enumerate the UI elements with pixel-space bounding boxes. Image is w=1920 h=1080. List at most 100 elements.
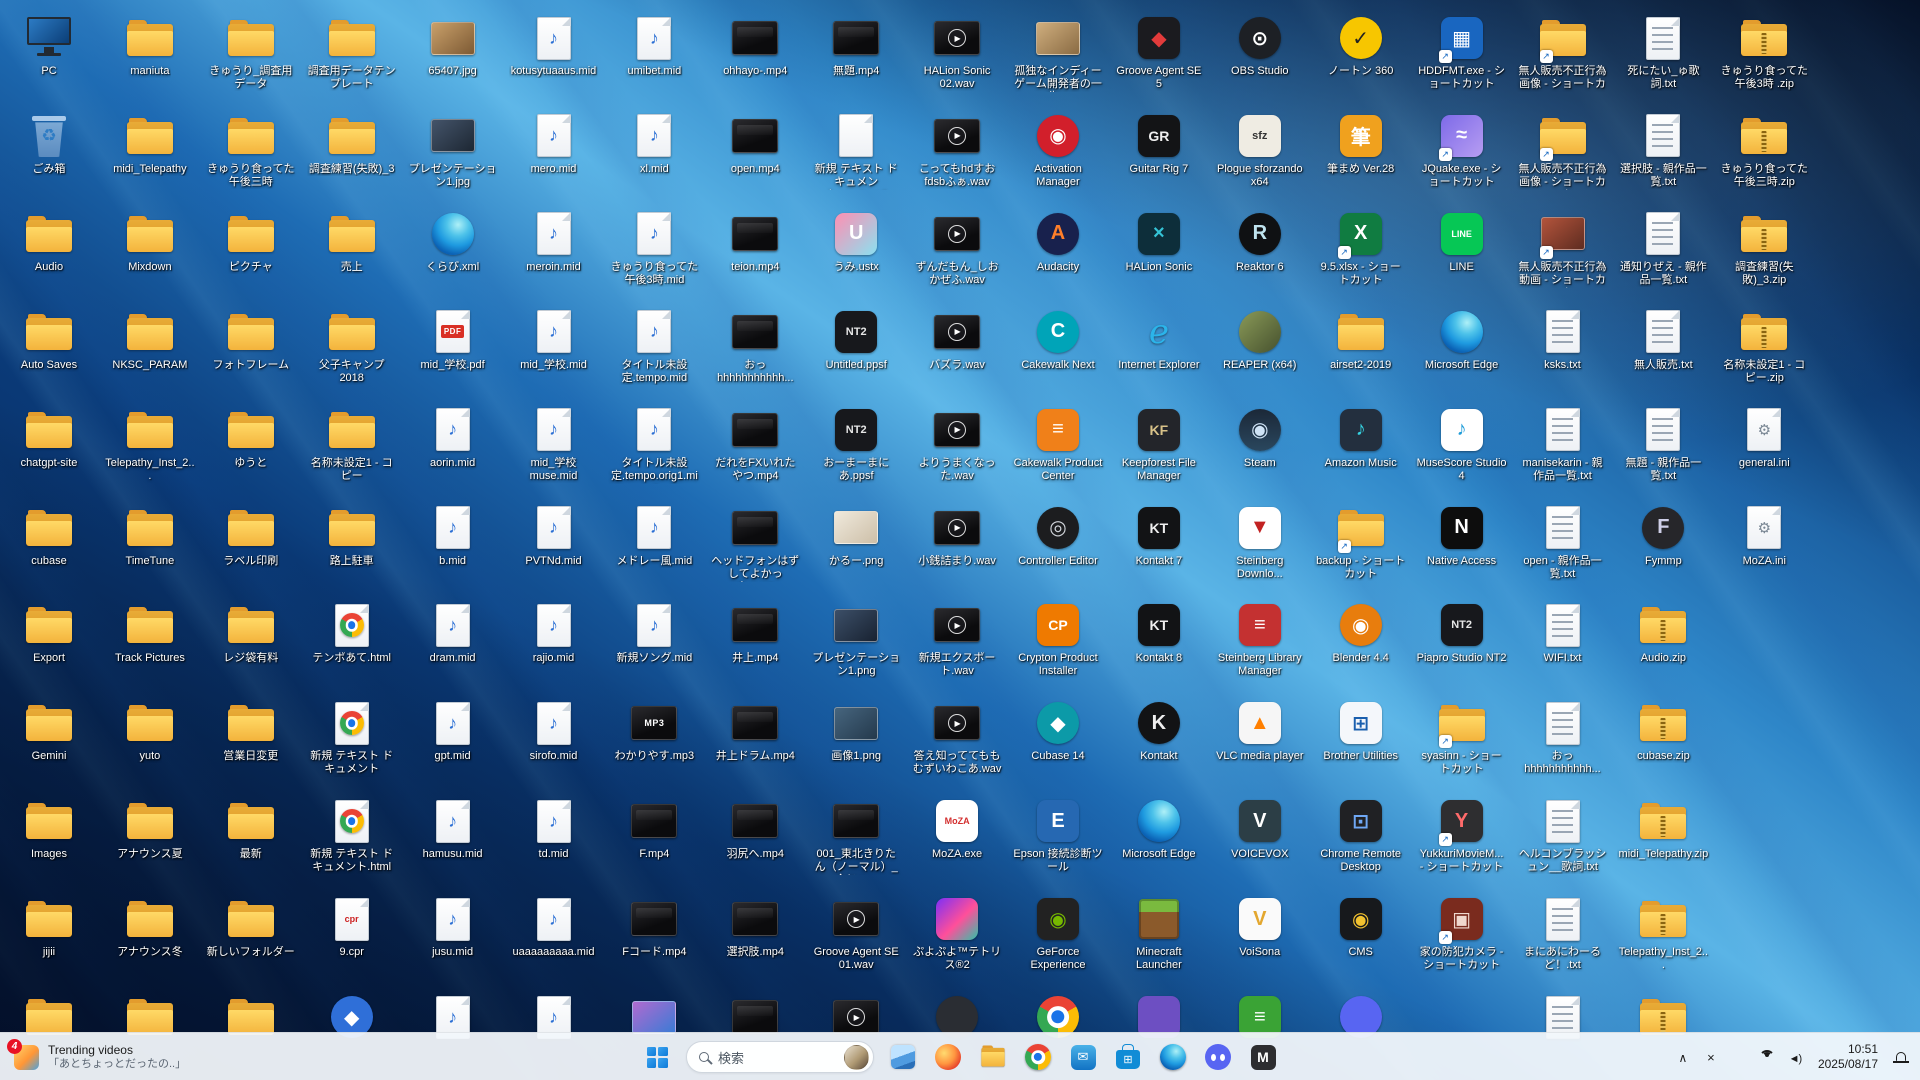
desktop-icon[interactable]: Export xyxy=(2,597,96,692)
desktop-icon[interactable]: ♻ごみ箱 xyxy=(2,108,96,203)
taskbar-app-edge[interactable] xyxy=(1153,1037,1193,1077)
desktop-icon[interactable]: AAudacity xyxy=(1011,206,1105,301)
desktop-icon[interactable]: ×HALion Sonic xyxy=(1112,206,1206,301)
tray-volume-button[interactable]: ◄) xyxy=(1782,1040,1808,1074)
desktop-icon[interactable]: ♪Amazon Music xyxy=(1314,402,1408,497)
desktop-icon[interactable]: ♪aorin.mid xyxy=(406,402,500,497)
desktop-icon[interactable]: ♪td.mid xyxy=(507,793,601,888)
desktop-icon[interactable]: ♪sirofo.mid xyxy=(507,695,601,790)
desktop-icon[interactable]: ♪きゅうり食ってた午後3時.mid xyxy=(607,206,701,301)
desktop-icon[interactable]: 孤独なインディーゲーム開発者の一生... xyxy=(1011,10,1105,105)
desktop-icon[interactable]: ♪PVTNd.mid xyxy=(507,500,601,595)
desktop-icon[interactable]: PDFmid_学校.pdf xyxy=(406,304,500,399)
desktop-icon[interactable]: 井上.mp4 xyxy=(708,597,802,692)
desktop-icon[interactable]: 新規 テキスト ドキュメント.musicxml xyxy=(809,108,903,203)
taskbar-clock[interactable]: 10:51 2025/08/17 xyxy=(1810,1040,1886,1074)
desktop-icon[interactable]: ♪メドレー風.mid xyxy=(607,500,701,595)
desktop-icon[interactable]: 新規 テキスト ドキュメント (2).html xyxy=(305,695,399,790)
taskbar-app-chrome[interactable] xyxy=(1018,1037,1058,1077)
desktop-icon[interactable]: ▲VLC media player xyxy=(1213,695,1307,790)
desktop-icon[interactable]: teion.mp4 xyxy=(708,206,802,301)
desktop-icon[interactable]: ⊞Brother Utilities xyxy=(1314,695,1408,790)
desktop-icon[interactable]: 画像1.png xyxy=(809,695,903,790)
desktop-icon[interactable]: くらび.xml xyxy=(406,206,500,301)
desktop-icon[interactable]: 名称未設定1 - コピー xyxy=(305,402,399,497)
desktop-icon[interactable]: TimeTune xyxy=(103,500,197,595)
desktop-icon[interactable]: 選択肢 - 親作品一覧.txt xyxy=(1616,108,1710,203)
desktop-icon[interactable]: ↗backup - ショートカット xyxy=(1314,500,1408,595)
desktop-icon[interactable]: KFKeepforest File Manager xyxy=(1112,402,1206,497)
desktop-icon[interactable]: ✓ノートン 360 xyxy=(1314,10,1408,105)
desktop-icon[interactable]: NT2Piapro Studio NT2 xyxy=(1415,597,1509,692)
desktop-icon[interactable]: 65407.jpg xyxy=(406,10,500,105)
desktop-icon[interactable]: ▶HALion Sonic 02.wav xyxy=(910,10,1004,105)
taskbar-app-file-explorer[interactable] xyxy=(973,1037,1013,1077)
desktop-icon[interactable]: ゆうと xyxy=(204,402,298,497)
desktop-icon[interactable]: Y↗YukkuriMovieM... - ショートカット xyxy=(1415,793,1509,888)
desktop-icon[interactable]: ▶Groove Agent SE 01.wav xyxy=(809,891,903,986)
start-button[interactable] xyxy=(637,1037,677,1077)
desktop-icon[interactable]: X↗9.5.xlsx - ショートカット xyxy=(1314,206,1408,301)
desktop-icon[interactable]: ♪mid_学校.mid xyxy=(507,304,601,399)
desktop-icon[interactable]: open.mp4 xyxy=(708,108,802,203)
desktop-icon[interactable]: ▶新規エクスポート.wav xyxy=(910,597,1004,692)
desktop-icon[interactable]: 無題.mp4 xyxy=(809,10,903,105)
desktop-icon[interactable]: FFymmp xyxy=(1616,500,1710,595)
desktop-icon[interactable]: ピクチャ xyxy=(204,206,298,301)
desktop-icon[interactable]: ▶小銭詰まり.wav xyxy=(910,500,1004,595)
desktop-icon[interactable]: cubase xyxy=(2,500,96,595)
desktop-icon[interactable]: GRGuitar Rig 7 xyxy=(1112,108,1206,203)
desktop-icon[interactable]: NKSC_PARAM xyxy=(103,304,197,399)
desktop-icon[interactable]: ♪mero.mid xyxy=(507,108,601,203)
desktop-icon[interactable]: きゅうり食ってた午後三時.zip xyxy=(1717,108,1811,203)
tray-chevron-up-button[interactable]: ∧ xyxy=(1670,1040,1696,1074)
desktop-icon[interactable]: ▶こってもhdすおfdsbふぁ.wav xyxy=(910,108,1004,203)
desktop-icon[interactable]: VVOICEVOX xyxy=(1213,793,1307,888)
desktop-wallpaper[interactable]: PC♻ごみ箱AudioAuto Saveschatgpt-sitecubaseE… xyxy=(0,0,1920,1080)
desktop-icon[interactable]: ▦↗HDDFMT.exe - ショートカット xyxy=(1415,10,1509,105)
desktop-icon[interactable]: おっhhhhhhhhhhh... xyxy=(1516,695,1610,790)
desktop-icon[interactable]: midi_Telepathy.zip xyxy=(1616,793,1710,888)
desktop-icon[interactable]: 最新 xyxy=(204,793,298,888)
desktop-icon[interactable]: eInternet Explorer xyxy=(1112,304,1206,399)
desktop-icon[interactable]: ぷよぷよ™テトリス®2 xyxy=(910,891,1004,986)
desktop-icon[interactable]: MoZAMoZA.exe xyxy=(910,793,1004,888)
tray-x-app-button[interactable]: × xyxy=(1698,1040,1724,1074)
desktop-icon[interactable]: NNative Access xyxy=(1415,500,1509,595)
taskbar-app-discord[interactable] xyxy=(1198,1037,1238,1077)
desktop-icon[interactable]: cpr9.cpr xyxy=(305,891,399,986)
desktop-icon[interactable]: MP3わかりやす.mp3 xyxy=(607,695,701,790)
desktop-icon[interactable]: テンポあて.html xyxy=(305,597,399,692)
desktop-icon[interactable]: Telepathy_Inst_2... xyxy=(1616,891,1710,986)
desktop-icon[interactable]: CPCrypton Product Installer xyxy=(1011,597,1105,692)
taskbar-app-photos[interactable] xyxy=(883,1037,923,1077)
desktop-icon[interactable]: 001_東北きりたん（ノーマル）_今じゃ... xyxy=(809,793,903,888)
desktop-icon[interactable]: ◉Activation Manager xyxy=(1011,108,1105,203)
desktop-icon[interactable]: 営業日変更 xyxy=(204,695,298,790)
desktop-icon[interactable]: Minecraft Launcher xyxy=(1112,891,1206,986)
desktop-icon[interactable]: yuto xyxy=(103,695,197,790)
desktop-icon[interactable]: きゅうり食ってた午後三時 xyxy=(204,108,298,203)
desktop-icon[interactable]: ♪kotusytuaaus.mid xyxy=(507,10,601,105)
desktop-icon[interactable]: Audio.zip xyxy=(1616,597,1710,692)
desktop-icon[interactable]: 新規 テキスト ドキュメント.html xyxy=(305,793,399,888)
search-highlight-thumbnail[interactable] xyxy=(844,1045,869,1070)
desktop-icon[interactable]: Gemini xyxy=(2,695,96,790)
desktop-icon[interactable]: 父子キャンプ2018 xyxy=(305,304,399,399)
desktop-icon[interactable]: 選択肢.mp4 xyxy=(708,891,802,986)
desktop-icon[interactable]: かるー.png xyxy=(809,500,903,595)
desktop-icon[interactable]: 新しいフォルダー xyxy=(204,891,298,986)
desktop-icon[interactable]: まにあにわーるど！.txt xyxy=(1516,891,1610,986)
desktop-icon[interactable]: LINELINE xyxy=(1415,206,1509,301)
desktop-icon[interactable]: WIFI.txt xyxy=(1516,597,1610,692)
desktop-icon[interactable]: Fコード.mp4 xyxy=(607,891,701,986)
desktop-icon[interactable]: ◎Controller Editor xyxy=(1011,500,1105,595)
desktop-icon[interactable]: ♪b.mid xyxy=(406,500,500,595)
desktop-icon[interactable]: ヘッドフォンはずしてよかった.mp4 xyxy=(708,500,802,595)
desktop-icon[interactable]: Microsoft Edge xyxy=(1112,793,1206,888)
desktop-icon[interactable]: ♪jusu.mid xyxy=(406,891,500,986)
desktop-icon[interactable]: ↗無人販売不正行為画像 - ショートカット xyxy=(1516,108,1610,203)
desktop-icon[interactable]: sfzPlogue sforzando x64 xyxy=(1213,108,1307,203)
desktop-icon[interactable]: ▶ずんだもん_しおかぜふ.wav xyxy=(910,206,1004,301)
desktop-icon[interactable]: cubase.zip xyxy=(1616,695,1710,790)
